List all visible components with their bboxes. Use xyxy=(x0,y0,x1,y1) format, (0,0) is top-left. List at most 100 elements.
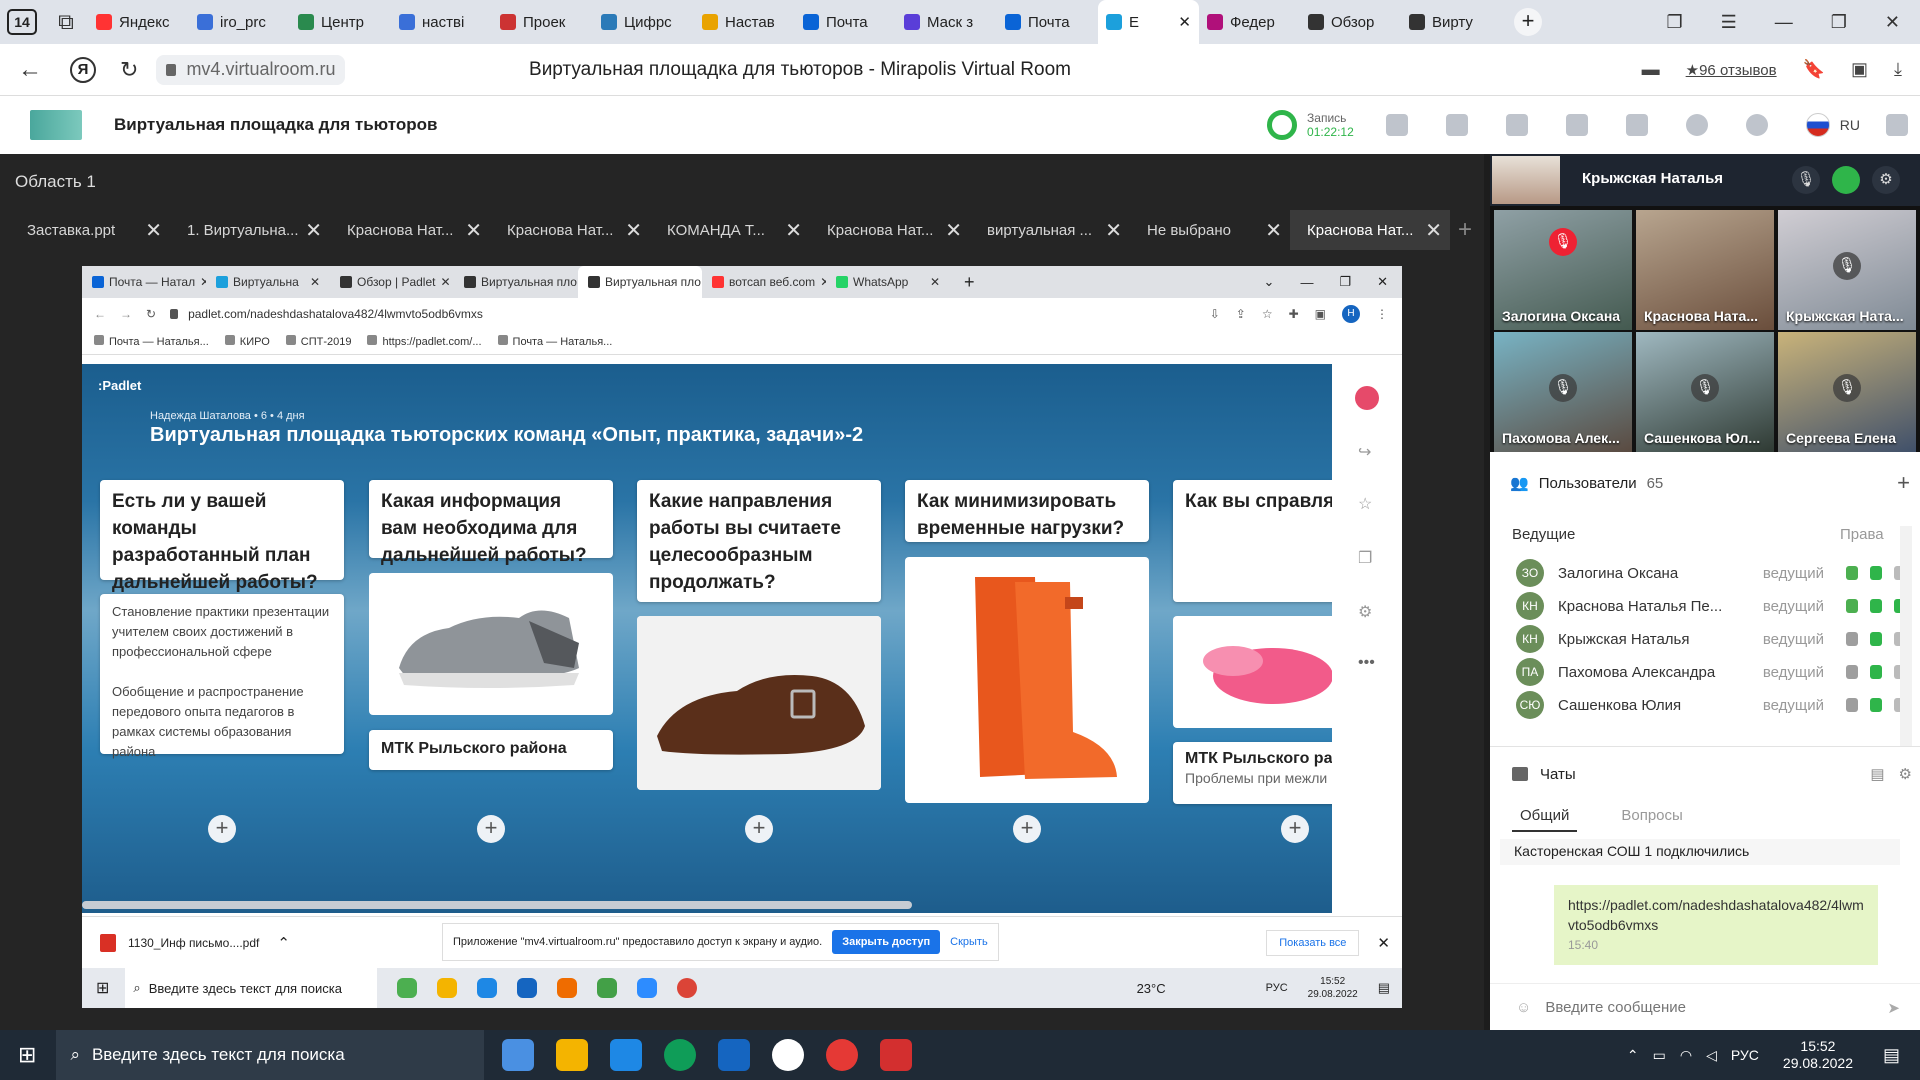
send-icon[interactable]: ➤ xyxy=(1887,999,1900,1017)
close-icon[interactable]: ✕ xyxy=(465,218,482,243)
user-camera-icon[interactable] xyxy=(1870,665,1882,679)
document-tab[interactable]: Краснова Нат... ✕ xyxy=(1290,210,1450,250)
minimize-button[interactable]: — xyxy=(1775,12,1793,33)
close-icon[interactable]: ✕ xyxy=(1265,218,1282,243)
video-tile[interactable]: 🎙 Залогина Оксана xyxy=(1494,210,1632,330)
browser-tab[interactable]: Проек xyxy=(492,0,593,44)
wps-icon[interactable] xyxy=(880,1039,913,1071)
user-mic-icon[interactable] xyxy=(1846,665,1858,679)
battery-icon[interactable]: ▭ xyxy=(1653,1047,1666,1064)
video-tile[interactable]: 🎙 Пахомова Алек... xyxy=(1494,332,1632,452)
user-camera-icon[interactable] xyxy=(1870,566,1882,580)
exit-icon[interactable] xyxy=(1886,114,1908,136)
presenter-camera-icon[interactable] xyxy=(1832,166,1860,194)
close-window-button[interactable]: ✕ xyxy=(1885,12,1900,33)
settings-icon[interactable] xyxy=(1745,114,1768,136)
camera-icon[interactable]: ▬ xyxy=(1642,59,1660,80)
document-tab[interactable]: 1. Виртуальна... ✕ xyxy=(170,210,330,250)
user-mic-icon[interactable] xyxy=(1846,566,1858,580)
yandex-browser-icon[interactable] xyxy=(772,1039,805,1071)
browser-tab[interactable]: Маск з xyxy=(896,0,997,44)
edge-icon[interactable] xyxy=(664,1039,697,1071)
document-icon[interactable] xyxy=(1505,114,1528,136)
emoji-icon[interactable]: ☺ xyxy=(1516,999,1531,1016)
user-row[interactable]: ПА Пахомова Александра ведущий xyxy=(1516,657,1906,687)
yandex-icon[interactable] xyxy=(826,1039,859,1071)
user-camera-icon[interactable] xyxy=(1870,632,1882,646)
add-user-button[interactable]: + xyxy=(1897,470,1910,496)
browser-tab[interactable]: Вирту xyxy=(1401,0,1502,44)
start-icon[interactable]: ⊞ xyxy=(18,1042,36,1068)
tab-questions[interactable]: Вопросы xyxy=(1621,807,1682,832)
browser-tab[interactable]: Центр xyxy=(290,0,391,44)
browser-tab[interactable]: Почта xyxy=(795,0,896,44)
browser-tab[interactable]: Обзор xyxy=(1300,0,1401,44)
file-explorer-icon[interactable] xyxy=(556,1039,589,1071)
browser-tab[interactable]: Федер xyxy=(1199,0,1300,44)
close-icon[interactable]: ✕ xyxy=(1105,218,1122,243)
chat-input[interactable] xyxy=(1545,999,1846,1016)
browser-tab[interactable]: настві xyxy=(391,0,492,44)
close-icon[interactable]: ✕ xyxy=(145,218,162,243)
flag-ru-icon[interactable] xyxy=(1805,113,1830,137)
user-mic-icon[interactable] xyxy=(1846,632,1858,646)
document-tab[interactable]: Не выбрано ✕ xyxy=(1130,210,1290,250)
user-mic-icon[interactable] xyxy=(1846,599,1858,613)
search-box[interactable]: ⌕ Введите здесь текст для поиска xyxy=(56,1030,485,1080)
record-icon[interactable] xyxy=(1267,110,1298,140)
wifi-icon[interactable]: ◠ xyxy=(1680,1047,1692,1064)
video-tile[interactable]: Краснова Ната... xyxy=(1636,210,1774,330)
video-tile[interactable]: 🎙 Сергеева Елена xyxy=(1778,332,1916,452)
new-tab-button[interactable]: + xyxy=(1514,8,1542,36)
user-row[interactable]: ЗО Залогина Оксана ведущий xyxy=(1516,558,1906,588)
app-icon[interactable] xyxy=(502,1039,535,1071)
close-icon[interactable]: ✕ xyxy=(1425,218,1442,243)
presenter-settings-icon[interactable]: ⚙ xyxy=(1872,166,1900,194)
tab-general-chat[interactable]: Общий xyxy=(1512,807,1578,832)
close-icon[interactable]: ✕ xyxy=(625,218,642,243)
layout-icon[interactable] xyxy=(1385,114,1408,136)
chat-settings-icon[interactable]: ⚙ xyxy=(1899,765,1912,783)
video-tile[interactable]: 🎙 Сашенкова Юл... xyxy=(1636,332,1774,452)
users-icon[interactable] xyxy=(1625,114,1648,136)
language-indicator[interactable]: РУС xyxy=(1731,1047,1759,1063)
add-document-icon[interactable]: + xyxy=(1458,216,1472,244)
folder-icon[interactable] xyxy=(1565,114,1588,136)
presenter-mic-icon[interactable]: 🎙 xyxy=(1792,166,1820,194)
document-tab[interactable]: Заставка.ppt ✕ xyxy=(10,210,170,250)
browser-tab[interactable]: Цифрс xyxy=(593,0,694,44)
download-icon[interactable]: ⤓ xyxy=(1894,59,1902,80)
tab-menu-icon[interactable]: ☰ xyxy=(1721,12,1737,33)
document-tab[interactable]: виртуальная ... ✕ xyxy=(970,210,1130,250)
user-row[interactable]: КН Крыжская Наталья ведущий xyxy=(1516,624,1906,654)
document-tab[interactable]: Краснова Нат... ✕ xyxy=(330,210,490,250)
clock[interactable]: 15:52 29.08.2022 xyxy=(1783,1038,1853,1072)
browser-tab[interactable]: Яндекс xyxy=(88,0,189,44)
video-tile[interactable]: 🎙 Крыжская Ната... xyxy=(1778,210,1916,330)
user-camera-icon[interactable] xyxy=(1870,698,1882,712)
close-icon[interactable]: ✕ xyxy=(785,218,802,243)
user-camera-icon[interactable] xyxy=(1870,599,1882,613)
maximize-button[interactable]: ❐ xyxy=(1831,12,1847,33)
bookmark-icon[interactable]: 🔖 xyxy=(1803,59,1825,80)
volume-icon[interactable]: ◁ xyxy=(1706,1047,1717,1064)
chat-message-text[interactable]: https://padlet.com/nadeshdashatalova482/… xyxy=(1568,895,1864,935)
screen-icon[interactable] xyxy=(1445,114,1468,136)
reviews-link[interactable]: ★96 отзывов xyxy=(1686,61,1777,79)
notification-icon[interactable]: ▤ xyxy=(1883,1045,1900,1066)
document-tab[interactable]: Краснова Нат... ✕ xyxy=(810,210,970,250)
new-group-icon[interactable]: ⧉ xyxy=(44,0,88,44)
language-label[interactable]: RU xyxy=(1840,117,1860,133)
collections-icon[interactable]: ❐ xyxy=(1666,12,1682,33)
user-mic-icon[interactable] xyxy=(1846,698,1858,712)
extensions-icon[interactable]: ▣ xyxy=(1851,59,1868,80)
close-tab-icon[interactable]: ✕ xyxy=(1178,13,1191,31)
user-row[interactable]: КН Краснова Наталья Пе... ведущий xyxy=(1516,591,1906,621)
close-icon[interactable]: ✕ xyxy=(945,218,962,243)
browser-tab[interactable]: iro_prc xyxy=(189,0,290,44)
browser-tab[interactable]: Е ✕ xyxy=(1098,0,1199,44)
tab-counter[interactable]: 14 xyxy=(0,0,44,44)
browser-tab[interactable]: Почта xyxy=(997,0,1098,44)
chevron-up-icon[interactable]: ⌃ xyxy=(1627,1047,1639,1064)
browser-tab[interactable]: Настав xyxy=(694,0,795,44)
